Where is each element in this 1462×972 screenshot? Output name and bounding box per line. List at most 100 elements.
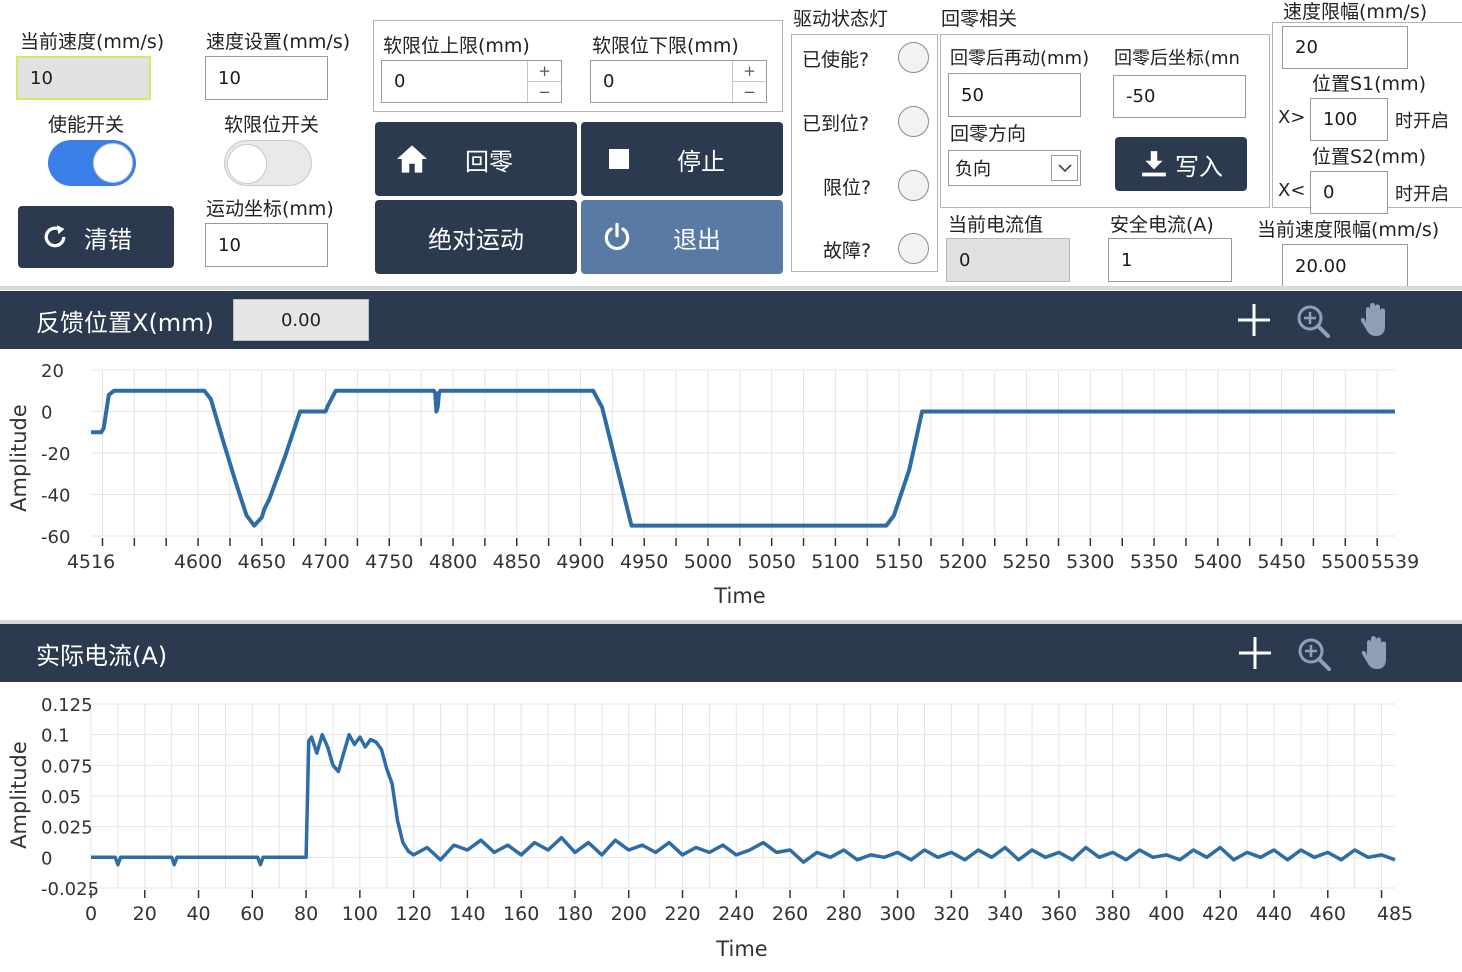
current-speed-label: 当前速度(mm/s) bbox=[20, 31, 165, 53]
x-tick-label: 180 bbox=[557, 903, 593, 925]
x-tick-label: 220 bbox=[664, 903, 700, 925]
x-tick-label: 140 bbox=[449, 903, 485, 925]
home-icon bbox=[397, 145, 427, 173]
current-chart[interactable]: 0 20 40 60 80 100 120 140 160 180 200 220 240 260 280 3… bbox=[0, 683, 1462, 972]
x-tick-label: 380 bbox=[1095, 903, 1131, 925]
upper-increment[interactable]: + bbox=[528, 61, 561, 82]
fault-status-lamp bbox=[898, 233, 929, 264]
soft-limit-lower-value: 0 bbox=[603, 71, 615, 92]
exit-label: 退出 bbox=[673, 225, 721, 254]
homing-direction-select[interactable]: 负向 bbox=[948, 150, 1081, 186]
absolute-move-label: 绝对运动 bbox=[428, 225, 524, 254]
x-tick-label: 4650 bbox=[238, 551, 286, 573]
x-tick-label: 440 bbox=[1256, 903, 1292, 925]
motion-coord-input[interactable]: 10 bbox=[205, 223, 328, 267]
current-panel-title: 实际电流(A) bbox=[36, 641, 168, 670]
soft-limit-lower-stepper[interactable]: 0 + − bbox=[590, 60, 767, 103]
x-greater-label: X> bbox=[1278, 107, 1306, 128]
x-tick-label: 280 bbox=[826, 903, 862, 925]
current-panel-header: 实际电流(A) bbox=[0, 624, 1462, 682]
x-tick-label: 5400 bbox=[1194, 551, 1242, 573]
zoom-in-icon[interactable] bbox=[1296, 636, 1332, 672]
lower-decrement[interactable]: − bbox=[733, 82, 766, 103]
fault-status-label: 故障? bbox=[823, 240, 872, 262]
y-tick-label: -0.025 bbox=[41, 879, 99, 900]
x-tick-label: 5150 bbox=[875, 551, 923, 573]
position-panel-title: 反馈位置X(mm) bbox=[36, 308, 214, 337]
y-tick-label: 0.075 bbox=[41, 756, 93, 777]
current-x-axis-label: Time bbox=[715, 937, 767, 961]
clear-error-button[interactable]: 清错 bbox=[18, 206, 174, 268]
homing-title: 回零相关 bbox=[941, 8, 1018, 30]
y-tick-label: 0 bbox=[41, 403, 52, 424]
clear-error-label: 清错 bbox=[84, 225, 132, 254]
stop-label: 停止 bbox=[677, 147, 725, 176]
drive-status-title: 驱动状态灯 bbox=[793, 8, 889, 30]
pos-s1-input[interactable]: 100 bbox=[1310, 98, 1388, 141]
y-tick-label: 0 bbox=[41, 848, 52, 869]
download-icon bbox=[1142, 151, 1166, 177]
lower-increment[interactable]: + bbox=[733, 61, 766, 82]
absolute-move-button[interactable]: 绝对运动 bbox=[375, 200, 577, 274]
position-chart[interactable]: 4516 4600 4650 4700 4750 4800 4850 4900 4950 5000… bbox=[0, 350, 1462, 622]
x-tick-label: 5050 bbox=[748, 551, 796, 573]
stop-button[interactable]: 停止 bbox=[581, 122, 783, 196]
open-label-2: 时开启 bbox=[1395, 184, 1449, 205]
y-tick-label: 0.1 bbox=[41, 726, 70, 747]
upper-decrement[interactable]: − bbox=[528, 82, 561, 103]
in-position-status-lamp bbox=[898, 106, 929, 137]
x-tick-label: 5350 bbox=[1130, 551, 1178, 573]
speed-limit-input[interactable]: 20 bbox=[1282, 26, 1408, 69]
x-tick-label: 400 bbox=[1148, 903, 1184, 925]
soft-limit-upper-stepper[interactable]: 0 + − bbox=[381, 60, 562, 103]
x-tick-label: 4700 bbox=[301, 551, 349, 573]
x-tick-label: 5539 bbox=[1371, 551, 1419, 573]
x-tick-label: 5250 bbox=[1002, 551, 1050, 573]
re-move-input[interactable]: 50 bbox=[948, 73, 1081, 117]
pos-s2-input[interactable]: 0 bbox=[1310, 171, 1388, 214]
x-tick-label: 320 bbox=[933, 903, 969, 925]
soft-limit-toggle[interactable] bbox=[224, 140, 312, 186]
safe-current-input[interactable]: 1 bbox=[1108, 238, 1232, 282]
current-speed-limit-label: 当前速度限幅(mm/s) bbox=[1257, 219, 1440, 241]
x-tick-label: 5450 bbox=[1257, 551, 1305, 573]
enable-toggle[interactable] bbox=[48, 140, 136, 186]
stop-icon bbox=[609, 149, 629, 169]
x-tick-label: 0 bbox=[85, 903, 97, 925]
hand-icon[interactable] bbox=[1357, 301, 1391, 339]
x-tick-label: 420 bbox=[1202, 903, 1238, 925]
safe-current-label: 安全电流(A) bbox=[1110, 214, 1214, 236]
pos-s2-label: 位置S2(mm) bbox=[1312, 146, 1426, 168]
enable-toggle-knob bbox=[93, 143, 133, 183]
x-tick-label: 40 bbox=[186, 903, 210, 925]
open-label-1: 时开启 bbox=[1395, 111, 1449, 132]
in-position-status-label: 已到位? bbox=[802, 113, 870, 135]
x-tick-label: 200 bbox=[611, 903, 647, 925]
soft-limit-toggle-knob bbox=[227, 144, 267, 184]
write-button[interactable]: 写入 bbox=[1115, 137, 1247, 191]
hand-icon[interactable] bbox=[1358, 634, 1392, 672]
x-tick-label: 460 bbox=[1310, 903, 1346, 925]
zoom-in-icon[interactable] bbox=[1295, 303, 1331, 339]
position-value-field: 0.00 bbox=[233, 299, 369, 341]
homing-direction-label: 回零方向 bbox=[950, 123, 1027, 145]
home-button[interactable]: 回零 bbox=[375, 122, 577, 196]
current-speed-limit-field: 20.00 bbox=[1282, 244, 1408, 288]
after-coord-input[interactable]: -50 bbox=[1113, 75, 1246, 118]
x-tick-label: 5500 bbox=[1321, 551, 1369, 573]
power-icon bbox=[604, 222, 630, 251]
y-tick-label: 0.05 bbox=[41, 787, 81, 808]
x-tick-label: 5000 bbox=[684, 551, 732, 573]
x-tick-label: 340 bbox=[987, 903, 1023, 925]
x-tick-label: 300 bbox=[879, 903, 915, 925]
exit-button[interactable]: 退出 bbox=[581, 200, 783, 274]
soft-limit-switch-label: 软限位开关 bbox=[224, 114, 320, 136]
pos-s1-label: 位置S1(mm) bbox=[1312, 73, 1426, 95]
x-tick-label: 4600 bbox=[174, 551, 222, 573]
crosshair-icon[interactable] bbox=[1237, 635, 1273, 671]
x-tick-label: 4750 bbox=[365, 551, 413, 573]
speed-setting-input[interactable]: 10 bbox=[205, 56, 328, 100]
crosshair-icon[interactable] bbox=[1236, 302, 1272, 338]
current-series-line bbox=[91, 732, 1396, 867]
limit-status-label: 限位? bbox=[823, 177, 872, 199]
